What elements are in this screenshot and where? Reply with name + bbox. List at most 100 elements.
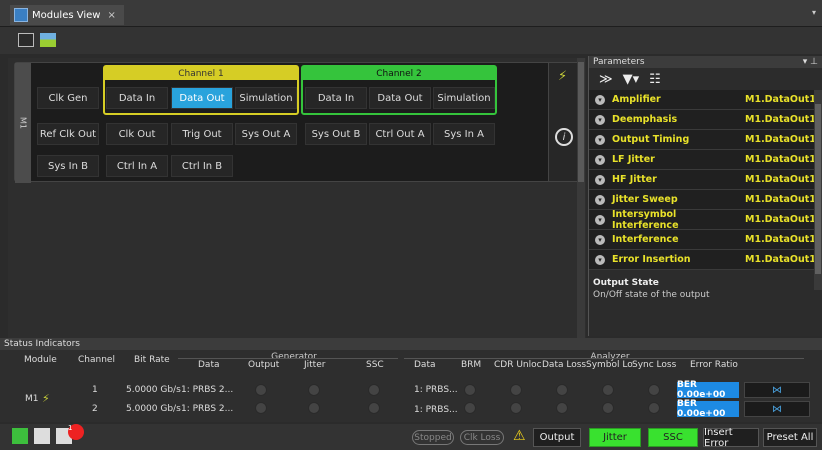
- col-gen-data: Data: [198, 360, 220, 370]
- param-name: Output Timing: [612, 134, 690, 145]
- param-value: M1.DataOut1: [745, 194, 816, 205]
- row1-dataloss-led: [556, 384, 568, 396]
- chevron-down-icon[interactable]: ▾: [812, 8, 816, 17]
- col-symbol-loss: Symbol Lo: [586, 360, 633, 370]
- param-name: Amplifier: [612, 94, 661, 105]
- connection-status-icon[interactable]: [12, 428, 28, 444]
- col-channel: Channel: [78, 355, 115, 365]
- cell-ch2-data-in[interactable]: Data In: [305, 87, 367, 109]
- collapse-all-icon[interactable]: ≫: [599, 72, 613, 87]
- row2-output-led: [255, 402, 267, 414]
- module-m1: M1 Channel 1 Channel 2 Clk Gen Data In D…: [14, 62, 584, 183]
- col-bitrate: Bit Rate: [134, 355, 170, 365]
- col-ssc: SSC: [366, 360, 384, 370]
- row1-symloss-led: [602, 384, 614, 396]
- cell-sys-in-b[interactable]: Sys In B: [37, 155, 99, 177]
- param-value: M1.DataOut1: [745, 134, 816, 145]
- cell-ch1-data-in[interactable]: Data In: [106, 87, 168, 109]
- param-row-isi[interactable]: ▾ Intersymbol Interference M1.DataOut1: [589, 209, 816, 231]
- cell-ctrl-out-a[interactable]: Ctrl Out A: [369, 123, 431, 145]
- param-row-deemphasis[interactable]: ▾ Deemphasis M1.DataOut1: [589, 110, 816, 130]
- row1-cdr-led: [510, 384, 522, 396]
- modules-view-icon: [14, 8, 28, 22]
- select-view-icon[interactable]: [18, 33, 34, 47]
- row1-output-led: [255, 384, 267, 396]
- preset-all-button[interactable]: Preset All: [763, 428, 817, 447]
- param-row-output-timing[interactable]: ▾ Output Timing M1.DataOut1: [589, 130, 816, 150]
- cell-sys-out-b[interactable]: Sys Out B: [305, 123, 367, 145]
- param-name: Error Insertion: [612, 254, 691, 265]
- param-value: M1.DataOut1: [745, 254, 816, 265]
- chevron-down-icon: ▾: [595, 194, 605, 205]
- param-value: M1.DataOut1: [745, 214, 816, 225]
- param-row-interference[interactable]: ▾ Interference M1.DataOut1: [589, 230, 816, 250]
- param-row-jitter-sweep[interactable]: ▾ Jitter Sweep M1.DataOut1: [589, 190, 816, 210]
- cell-ctrl-in-a[interactable]: Ctrl In A: [106, 155, 168, 177]
- chevron-down-icon: ▾: [595, 154, 605, 165]
- cell-sys-out-a[interactable]: Sys Out A: [235, 123, 297, 145]
- col-sync-loss: Sync Loss: [632, 360, 677, 370]
- cell-ref-clk-out[interactable]: Ref Clk Out: [37, 123, 99, 145]
- module-label: M1: [15, 63, 31, 183]
- bottom-bar: 1 Stopped Clk Loss ⚠ Output Jitter SSC I…: [0, 424, 822, 450]
- param-value: M1.DataOut1: [745, 114, 816, 125]
- eye-diagram-icon[interactable]: ⋈: [744, 382, 810, 398]
- report-icon[interactable]: [34, 428, 50, 444]
- param-row-lf-jitter[interactable]: ▾ LF Jitter M1.DataOut1: [589, 150, 816, 170]
- sort-icon[interactable]: ☷: [649, 72, 661, 87]
- row1-channel: 1: [92, 385, 98, 395]
- chevron-down-icon: ▾: [595, 214, 605, 225]
- row2-jitter-led: [308, 402, 320, 414]
- cell-trig-out[interactable]: Trig Out: [171, 123, 233, 145]
- param-value: M1.DataOut1: [745, 234, 816, 245]
- module-config-icon[interactable]: [40, 33, 56, 47]
- cell-ctrl-in-b[interactable]: Ctrl In B: [171, 155, 233, 177]
- param-row-amplifier[interactable]: ▾ Amplifier M1.DataOut1: [589, 90, 816, 110]
- row2-ber-value: BER 0.00e+00: [677, 399, 739, 419]
- param-name: LF Jitter: [612, 154, 655, 165]
- jitter-button[interactable]: Jitter: [589, 428, 641, 447]
- tab-title: Modules View: [32, 9, 101, 21]
- stopped-indicator: Stopped: [412, 430, 454, 445]
- toolbar: [0, 27, 822, 54]
- filter-icon[interactable]: ▼▾: [623, 72, 640, 87]
- chevron-down-icon: ▾: [595, 94, 605, 105]
- param-value: M1.DataOut1: [745, 94, 816, 105]
- tab-modules-view[interactable]: Modules View ×: [10, 5, 124, 25]
- pin-icon[interactable]: ▾ ⊥: [803, 57, 818, 67]
- ssc-button[interactable]: SSC: [648, 428, 698, 447]
- row2-ssc-led: [368, 402, 380, 414]
- module-scrollbar[interactable]: [577, 58, 585, 386]
- eye-diagram-icon[interactable]: ⋈: [744, 401, 810, 417]
- param-name: Interference: [612, 234, 679, 245]
- row2-brm-led: [464, 402, 476, 414]
- warning-icon[interactable]: ⚠: [513, 428, 526, 444]
- close-icon[interactable]: ×: [107, 10, 115, 21]
- signal-bolt-icon: ⚡: [558, 69, 568, 84]
- cell-sys-in-a[interactable]: Sys In A: [433, 123, 495, 145]
- info-icon[interactable]: i: [555, 128, 573, 146]
- cell-clk-gen[interactable]: Clk Gen: [37, 87, 99, 109]
- row2-dataloss-led: [556, 402, 568, 414]
- param-row-error-insertion[interactable]: ▾ Error Insertion M1.DataOut1: [589, 250, 816, 270]
- param-row-hf-jitter[interactable]: ▾ HF Jitter M1.DataOut1: [589, 170, 816, 190]
- parameters-toolbar: ≫ ▼▾ ☷: [589, 68, 822, 90]
- output-button[interactable]: Output: [533, 428, 581, 447]
- chevron-down-icon: ▾: [595, 114, 605, 125]
- col-brm: BRM: [461, 360, 482, 370]
- parameters-scrollbar[interactable]: [814, 90, 822, 290]
- chevron-down-icon: ▾: [595, 234, 605, 245]
- messages-icon[interactable]: 1: [56, 424, 84, 444]
- module-canvas: M1 Channel 1 Channel 2 Clk Gen Data In D…: [8, 58, 586, 386]
- status-header: Status Indicators: [0, 338, 822, 350]
- description-text: On/Off state of the output: [593, 290, 710, 300]
- cell-ch2-simulation[interactable]: Simulation: [433, 87, 495, 109]
- cell-ch1-data-out[interactable]: Data Out: [171, 87, 233, 109]
- cell-ch1-simulation[interactable]: Simulation: [235, 87, 297, 109]
- insert-error-button[interactable]: Insert Error: [703, 427, 759, 449]
- parameters-header: Parameters ▾ ⊥: [589, 56, 822, 68]
- cell-clk-out[interactable]: Clk Out: [106, 123, 168, 145]
- cell-ch2-data-out[interactable]: Data Out: [369, 87, 431, 109]
- param-value: M1.DataOut1: [745, 174, 816, 185]
- row1-ssc-led: [368, 384, 380, 396]
